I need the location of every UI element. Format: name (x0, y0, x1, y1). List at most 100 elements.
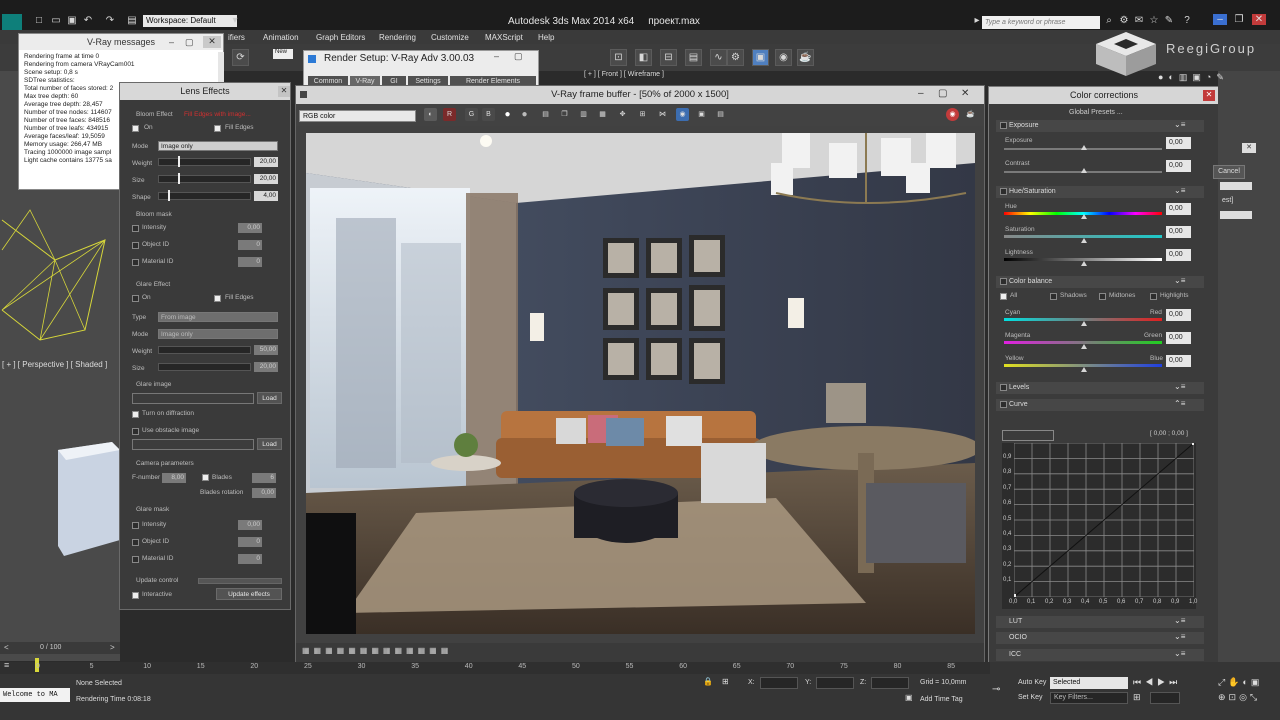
shadows-checkbox[interactable] (1050, 293, 1057, 300)
save-icon[interactable]: ▣ (66, 15, 78, 26)
undo-icon[interactable]: ↶ (82, 15, 94, 26)
intensity-value[interactable]: 0,00 (238, 223, 262, 233)
expand-icon[interactable]: ⌄≡ (1174, 382, 1185, 391)
minimize-icon[interactable]: – (494, 51, 499, 61)
link-icon[interactable]: ⋈ (656, 108, 669, 121)
maximize-icon[interactable]: ▢ (514, 51, 523, 62)
blades-rotation-value[interactable]: 0,00 (252, 488, 276, 498)
exposure-section[interactable]: Exposure (996, 120, 1204, 132)
next-frame-icon[interactable]: > (110, 643, 115, 652)
yellow-blue-value[interactable]: 0,00 (1166, 355, 1191, 367)
minimize-icon[interactable]: – (169, 37, 174, 47)
cancel-button[interactable]: Cancel (1213, 165, 1245, 179)
snap-icon[interactable]: ⊡ (610, 49, 627, 66)
menu-modifiers[interactable]: ifiers (228, 33, 245, 42)
menu-rendering[interactable]: Rendering (379, 33, 416, 42)
expand-icon[interactable]: ⌄≡ (1174, 649, 1185, 658)
slider-thumb[interactable] (1081, 214, 1087, 219)
minimize-button[interactable]: – (1213, 14, 1227, 25)
search-input[interactable]: Type a keyword or phrase (982, 16, 1100, 29)
hue-saturation-checkbox[interactable] (1000, 188, 1007, 195)
expand-icon[interactable]: ⌄≡ (1174, 632, 1185, 641)
frame-counter[interactable]: 0 / 100 (40, 644, 61, 651)
load-image-icon[interactable]: ❐ (558, 108, 571, 121)
levels-section[interactable]: Levels (996, 382, 1204, 394)
channel-dropdown[interactable]: RGB color (299, 110, 416, 122)
glare-image-field[interactable] (132, 393, 254, 404)
view-dropdown[interactable]: New (273, 49, 293, 59)
region-render-icon[interactable]: ⊞ (636, 108, 649, 121)
time-tag-icon[interactable]: ▣ (905, 693, 913, 702)
perspective-viewport-label[interactable]: [ + ] [ Perspective ] [ Shaded ] (2, 360, 107, 369)
maximize-icon[interactable]: ▢ (938, 88, 947, 99)
shape-slider[interactable] (158, 192, 251, 200)
x-field[interactable] (760, 677, 798, 689)
app-menu-button[interactable] (2, 14, 22, 30)
workspace-dropdown[interactable]: Workspace: Default (143, 15, 237, 27)
add-time-tag[interactable]: Add Time Tag (920, 696, 963, 703)
command-panel[interactable] (1218, 71, 1280, 663)
command-panel-tabs[interactable]: ●◐▥▣◔✎ (1158, 72, 1229, 83)
minimize-icon[interactable]: – (918, 88, 924, 99)
dialog-field[interactable] (1220, 182, 1252, 190)
hue-value[interactable]: 0,00 (1166, 203, 1191, 215)
expand-icon[interactable]: ⌄≡ (1174, 616, 1185, 625)
size-value[interactable]: 20,00 (254, 174, 278, 184)
curve-presets-button[interactable] (1002, 430, 1054, 441)
favorites-icon[interactable]: ☆ (1148, 15, 1160, 26)
hue-saturation-section[interactable]: Hue/Saturation (996, 186, 1204, 198)
restore-button[interactable]: ❐ (1232, 14, 1246, 25)
search-icon[interactable]: ⌕ (1103, 15, 1115, 26)
glare-weight-value[interactable]: 50,00 (254, 345, 278, 355)
menu-customize[interactable]: Customize (431, 33, 469, 42)
curve-editor-icon[interactable]: ∿ (710, 49, 727, 66)
icc-section[interactable]: ICC (996, 649, 1204, 661)
blue-channel-button[interactable]: B (482, 108, 495, 121)
weight-slider[interactable] (158, 158, 251, 166)
help-icon[interactable]: ? (1181, 15, 1193, 26)
collapse-icon[interactable]: ⌃≡ (1174, 399, 1185, 408)
duplicate-icon[interactable]: ▦ (596, 108, 609, 121)
fill-edges-checkbox[interactable] (214, 125, 221, 132)
slider-thumb[interactable] (168, 190, 170, 201)
curve-checkbox[interactable] (1000, 401, 1007, 408)
close-icon[interactable]: ✕ (278, 86, 290, 97)
green-channel-button[interactable]: G (465, 108, 478, 121)
update-effects-button[interactable]: Update effects (216, 588, 282, 600)
transform-type-icon[interactable]: ⊞ (722, 677, 729, 686)
material-id-checkbox[interactable] (132, 259, 139, 266)
object-id-value[interactable]: 0 (238, 240, 262, 250)
glare-size-slider[interactable] (158, 363, 251, 371)
key-filters-button[interactable]: Key Filters... (1050, 692, 1128, 704)
communication-icon[interactable]: ✉ (1133, 15, 1145, 26)
slider-thumb[interactable] (1081, 344, 1087, 349)
auto-key-button[interactable]: Auto Key (1018, 679, 1046, 686)
layer-icon[interactable]: ▤ (685, 49, 702, 66)
curve-section[interactable]: Curve (996, 399, 1204, 411)
diffraction-checkbox[interactable] (132, 411, 139, 418)
midtones-checkbox[interactable] (1099, 293, 1106, 300)
alpha-icon[interactable]: ● (501, 108, 514, 121)
stop-render-icon[interactable]: ◉ (946, 108, 959, 121)
redo-icon[interactable]: ↷ (104, 15, 116, 26)
menu-animation[interactable]: Animation (263, 33, 299, 42)
slider-thumb[interactable] (1081, 238, 1087, 243)
time-config-icon[interactable]: ⊞ (1133, 692, 1141, 703)
glare-size-value[interactable]: 20,00 (254, 362, 278, 372)
contrast-value[interactable]: 0,00 (1166, 160, 1191, 172)
glare-fill-edges-checkbox[interactable] (214, 295, 221, 302)
mini-curve-icon[interactable]: ≡ (4, 660, 9, 670)
interactive-checkbox[interactable] (132, 592, 139, 599)
all-checkbox[interactable] (1000, 293, 1007, 300)
intensity-checkbox[interactable] (132, 225, 139, 232)
exposure-value[interactable]: 0,00 (1166, 137, 1191, 149)
magenta-green-value[interactable]: 0,00 (1166, 332, 1191, 344)
render-button-icon[interactable]: ☕ (964, 108, 977, 121)
expand-icon[interactable]: ⌄≡ (1174, 276, 1185, 285)
glare-intensity-checkbox[interactable] (132, 522, 139, 529)
bottom-toolbar-icons[interactable]: ▦▦▦▦▦▦▦▦▦▦▦▦▦ (302, 646, 452, 655)
glare-on-checkbox[interactable] (132, 295, 139, 302)
selection-set-dropdown[interactable]: Selected (1050, 677, 1128, 689)
rotate-icon[interactable]: ⟳ (232, 49, 249, 66)
glare-material-id-checkbox[interactable] (132, 556, 139, 563)
